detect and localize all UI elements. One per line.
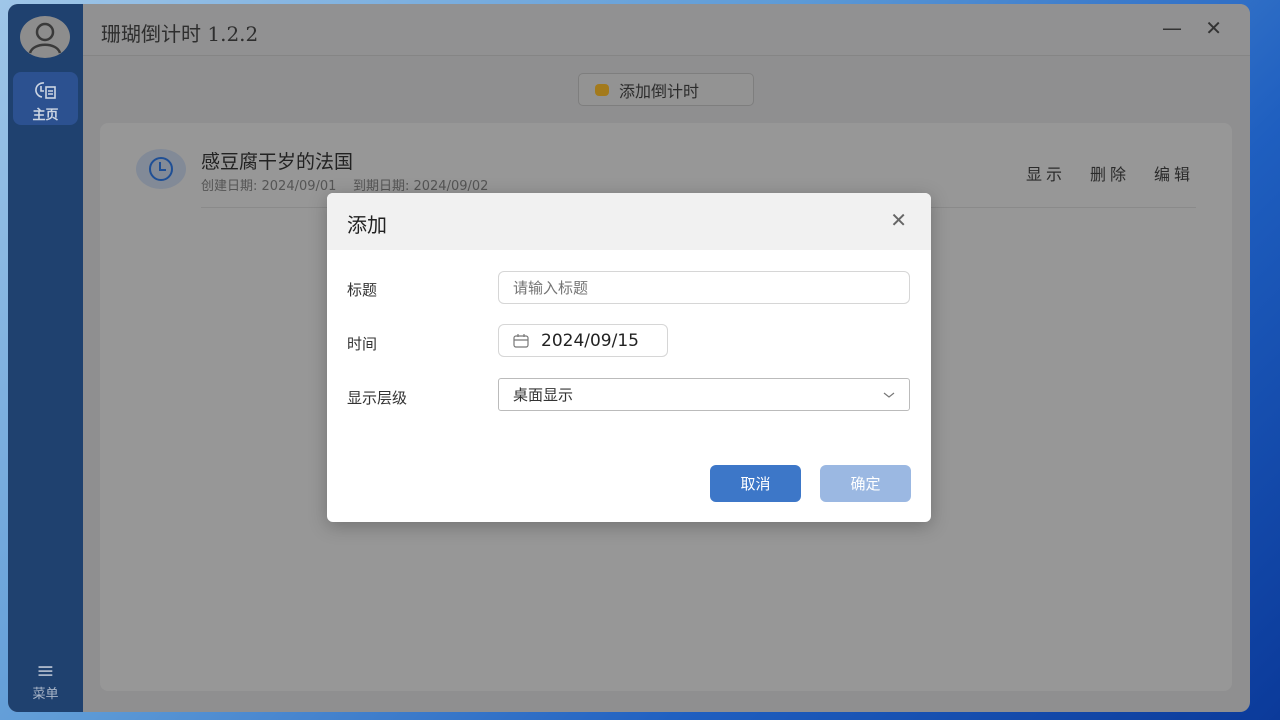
cancel-button[interactable]: 取消 [710,465,801,502]
clock-list-icon [33,80,59,100]
countdown-dates: 创建日期: 2024/09/01 到期日期: 2024/09/02 [201,175,488,194]
chevron-down-icon [883,391,895,399]
countdown-title: 感豆腐干岁的法国 [201,147,353,174]
display-level-select[interactable]: 桌面显示 [498,378,910,411]
add-countdown-label: 添加倒计时 [619,78,699,102]
date-value: 2024/09/15 [541,331,639,351]
countdown-actions: 显示 删除 编辑 [1026,161,1194,185]
title-input[interactable] [498,271,910,304]
calendar-icon [513,334,529,348]
delete-button[interactable]: 删除 [1090,161,1130,185]
app-title: 珊瑚倒计时 1.2.2 [101,18,258,47]
sidebar-item-menu[interactable]: ≡ 菜单 [8,661,83,702]
close-button[interactable]: ✕ [1205,16,1222,40]
alarm-icon [595,84,609,96]
title-bar: 珊瑚倒计时 1.2.2 — ✕ [83,4,1250,56]
dialog-header: 添加 ✕ [327,193,931,250]
time-label: 时间 [347,333,377,354]
created-date: 创建日期: 2024/09/01 [201,179,336,194]
level-label: 显示层级 [347,387,407,408]
confirm-button[interactable]: 确定 [820,465,911,502]
edit-button[interactable]: 编辑 [1154,161,1194,185]
sidebar-item-home-label: 主页 [13,104,78,123]
add-countdown-button[interactable]: 添加倒计时 [578,73,754,106]
date-picker[interactable]: 2024/09/15 [498,324,668,357]
sidebar: 主页 ≡ 菜单 [8,4,83,712]
add-dialog: 添加 ✕ 标题 时间 2024/09/15 显示层级 桌面显示 取消 确定 [327,193,931,522]
minimize-button[interactable]: — [1162,16,1182,40]
sidebar-item-menu-label: 菜单 [8,683,83,702]
clock-icon [136,149,186,189]
dialog-title: 添加 [347,209,387,238]
menu-icon: ≡ [8,661,83,683]
user-icon [27,20,63,54]
avatar[interactable] [20,16,70,58]
due-date: 到期日期: 2024/09/02 [353,179,488,194]
dialog-close-icon[interactable]: ✕ [890,208,907,232]
title-label: 标题 [347,279,377,300]
level-value: 桌面显示 [513,384,573,405]
sidebar-item-home[interactable]: 主页 [13,72,78,125]
show-button[interactable]: 显示 [1026,161,1066,185]
